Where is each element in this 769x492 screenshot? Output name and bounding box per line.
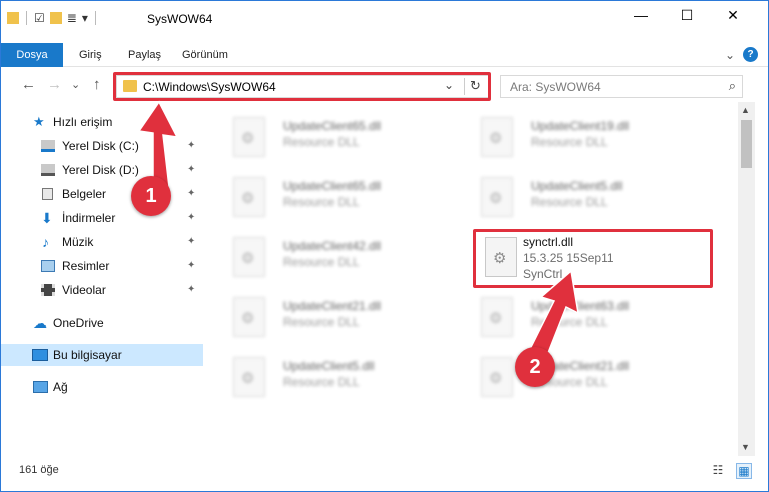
callout-step-2: 2 <box>515 347 555 387</box>
explorer-window: ☑ ≣ ▾ SysWOW64 — ☐ ✕ Dosya Giriş Paylaş … <box>0 0 769 492</box>
callout-step-1: 1 <box>131 176 171 216</box>
annotation-arrows <box>137 100 579 365</box>
arrow-to-address-bar <box>137 100 179 188</box>
